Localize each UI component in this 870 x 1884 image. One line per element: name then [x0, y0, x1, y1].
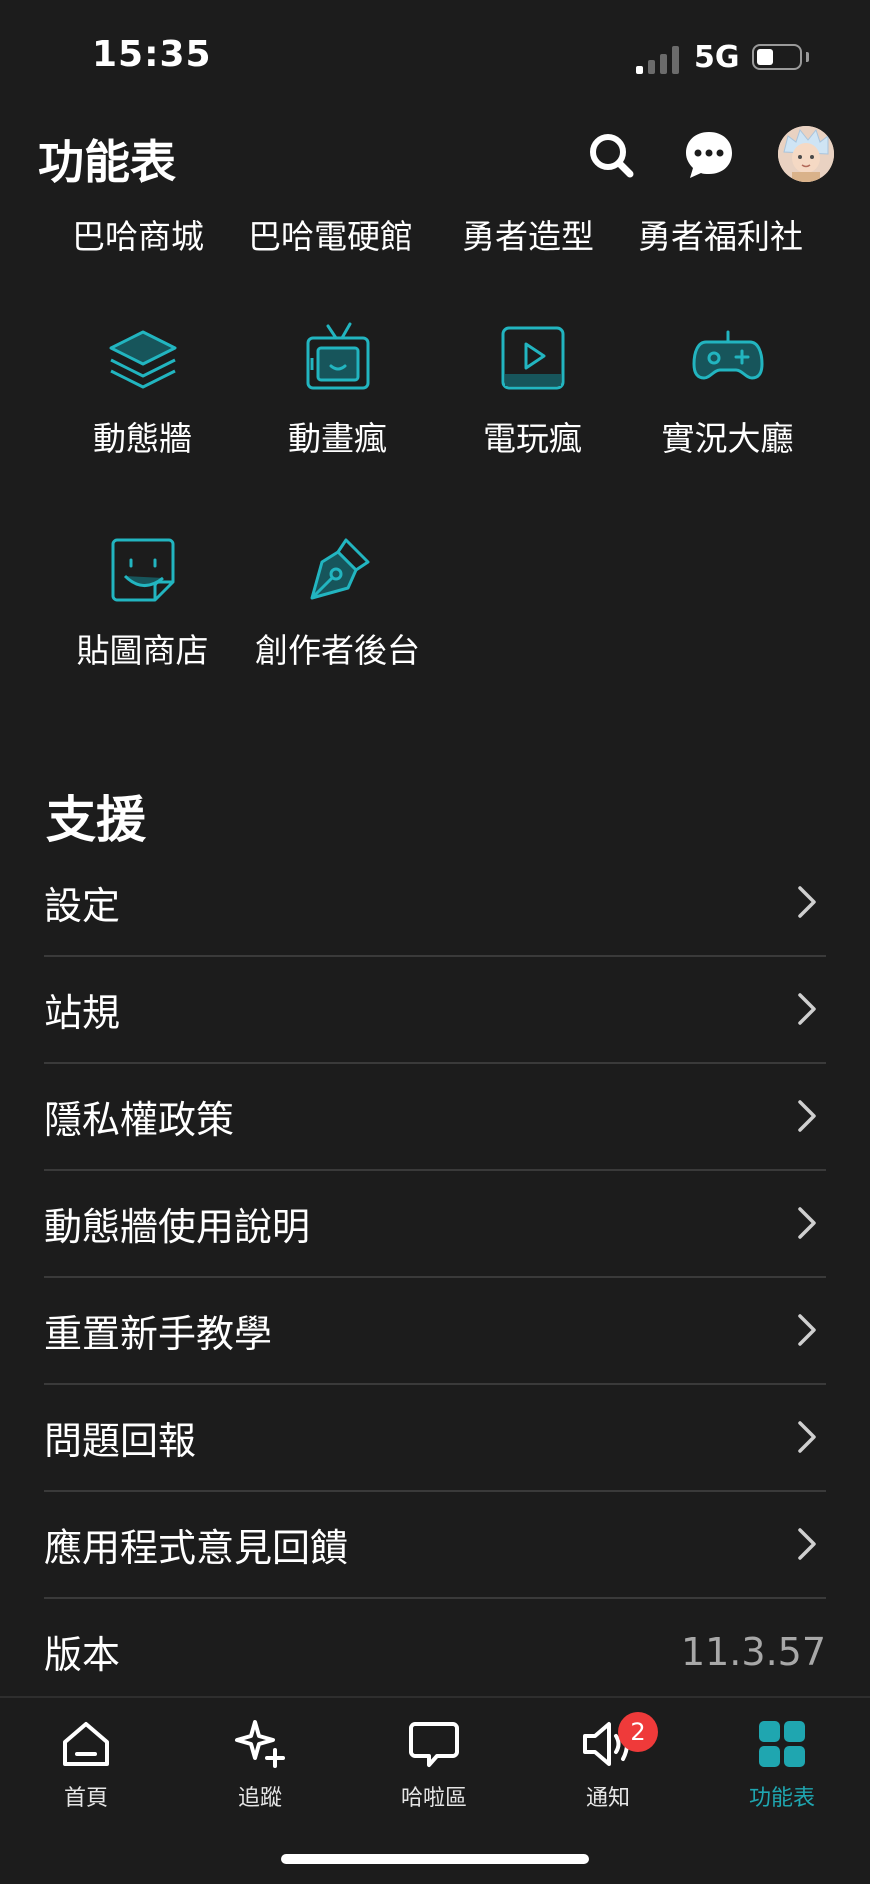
- avatar[interactable]: [778, 126, 834, 182]
- menu-item-reset-tutorial[interactable]: 重置新手教學: [44, 1278, 826, 1385]
- feature-creator[interactable]: 創作者後台: [240, 530, 435, 672]
- network-type: 5G: [694, 40, 740, 75]
- feature-label: 動態牆: [93, 419, 192, 458]
- feature-label: 貼圖商店: [76, 631, 209, 670]
- search-icon[interactable]: [584, 128, 638, 182]
- home-indicator: [281, 1854, 589, 1864]
- feature-wall[interactable]: 動態牆: [45, 318, 240, 460]
- tab-follow[interactable]: 追蹤: [190, 1718, 330, 1812]
- feature-live[interactable]: 實況大廳: [630, 318, 825, 460]
- pen-nib-icon: [310, 538, 369, 600]
- header: 功能表: [0, 120, 870, 200]
- sparkle-plus-icon: [235, 1720, 285, 1768]
- chevron-right-icon: [798, 993, 816, 1025]
- chevron-right-icon: [798, 1207, 816, 1239]
- message-icon[interactable]: [682, 128, 736, 182]
- play-icon: [501, 326, 564, 390]
- quick-link-shop[interactable]: 巴哈商城: [72, 210, 204, 258]
- menu-item-version: 版本 11.3.57: [44, 1599, 826, 1704]
- menu-item-wall-guide[interactable]: 動態牆使用說明: [44, 1171, 826, 1278]
- menu-item-privacy[interactable]: 隱私權政策: [44, 1064, 826, 1171]
- tab-menu[interactable]: 功能表: [712, 1718, 852, 1812]
- menu-item-report[interactable]: 問題回報: [44, 1385, 826, 1492]
- page-title: 功能表: [38, 135, 176, 189]
- feature-label: 動畫瘋: [288, 419, 387, 458]
- status-bar: 15:35 5G: [0, 0, 870, 110]
- layers-icon: [109, 330, 176, 389]
- quick-links: 巴哈商城 巴哈電硬館 勇者造型 勇者福利社: [0, 210, 870, 260]
- feature-label: 電玩瘋: [483, 419, 582, 458]
- gamepad-icon: [692, 330, 763, 380]
- home-icon: [63, 1722, 109, 1766]
- support-title: 支援: [46, 791, 146, 849]
- tab-notifications[interactable]: 2 通知: [538, 1712, 678, 1812]
- tab-home[interactable]: 首頁: [16, 1718, 156, 1812]
- chevron-right-icon: [798, 1314, 816, 1346]
- feature-label: 創作者後台: [255, 631, 420, 670]
- tab-forum[interactable]: 哈啦區: [364, 1718, 504, 1812]
- support-menu: 設定 站規 隱私權政策 動態牆使用說明 重置新手教學 問題回報 應用程式意見回饋…: [44, 850, 826, 1704]
- signal-icon: [636, 44, 680, 74]
- chevron-right-icon: [798, 1528, 816, 1560]
- chevron-right-icon: [798, 1421, 816, 1453]
- sticker-icon: [111, 538, 174, 602]
- feature-label: 實況大廳: [661, 419, 794, 458]
- quick-link-hardware[interactable]: 巴哈電硬館: [248, 210, 413, 258]
- chevron-right-icon: [798, 1100, 816, 1132]
- chevron-right-icon: [798, 886, 816, 918]
- menu-item-feedback[interactable]: 應用程式意見回饋: [44, 1492, 826, 1599]
- quick-link-avatar[interactable]: 勇者造型: [462, 210, 594, 258]
- menu-item-settings[interactable]: 設定: [44, 850, 826, 957]
- feature-stickers[interactable]: 貼圖商店: [45, 530, 240, 672]
- menu-item-rules[interactable]: 站規: [44, 957, 826, 1064]
- grid-icon: [759, 1721, 805, 1767]
- notification-badge: 2: [618, 1712, 658, 1752]
- chat-bubble-icon: [409, 1722, 459, 1767]
- battery-icon: [752, 44, 802, 70]
- feature-gaming[interactable]: 電玩瘋: [435, 318, 630, 460]
- version-label: 版本: [44, 1633, 121, 1677]
- status-time: 15:35: [92, 34, 212, 75]
- version-value: 11.3.57: [680, 1629, 826, 1674]
- feature-anime[interactable]: 動畫瘋: [240, 318, 435, 460]
- tv-icon: [306, 322, 369, 390]
- quick-link-welfare[interactable]: 勇者福利社: [638, 210, 803, 258]
